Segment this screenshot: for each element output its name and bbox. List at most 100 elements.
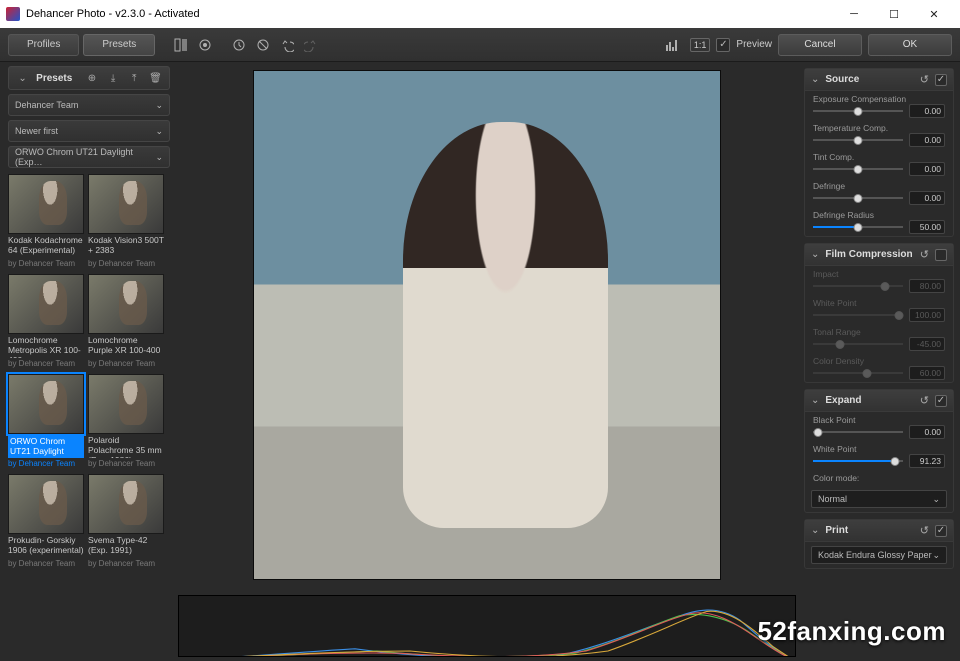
slider-knob[interactable]: [863, 369, 872, 378]
slider-row: Temperature Comp.0.00: [805, 120, 953, 149]
chevron-down-icon: ⌄: [932, 550, 940, 561]
tab-profiles[interactable]: Profiles: [8, 34, 79, 56]
preset-card[interactable]: Prokudin- Gorskiy 1906 (experimental)by …: [8, 474, 84, 570]
preset-card[interactable]: Lomochrome Metropolis XR 100-400by Dehan…: [8, 274, 84, 370]
preset-card[interactable]: ORWO Chrom UT21 Daylight (Exp. 1992)by D…: [8, 374, 84, 470]
sort-dropdown[interactable]: Newer first⌄: [8, 120, 170, 142]
print-paper-dropdown[interactable]: Kodak Endura Glossy Paper⌄: [811, 546, 947, 564]
minimize-button[interactable]: ─: [834, 2, 874, 26]
history-icon[interactable]: [227, 33, 251, 57]
slider-knob[interactable]: [890, 457, 899, 466]
author-dropdown[interactable]: Dehancer Team⌄: [8, 94, 170, 116]
ok-button[interactable]: OK: [868, 34, 952, 56]
slider-value[interactable]: 0.00: [909, 162, 945, 176]
slider-track[interactable]: [813, 339, 903, 349]
preset-thumbnail[interactable]: [88, 274, 164, 334]
slider-label: White Point: [813, 298, 945, 308]
compare-icon[interactable]: [169, 33, 193, 57]
preset-thumbnail[interactable]: [8, 474, 84, 534]
preset-thumbnail[interactable]: [88, 174, 164, 234]
color-mode-dropdown[interactable]: Normal⌄: [811, 490, 947, 508]
maximize-button[interactable]: ☐: [874, 2, 914, 26]
preset-thumbnail[interactable]: [8, 174, 84, 234]
aspect-ratio[interactable]: 1:1: [690, 38, 711, 52]
slider-knob[interactable]: [854, 194, 863, 203]
preset-name: Kodak Kodachrome 64 (Experimental): [8, 236, 84, 258]
slider-knob[interactable]: [854, 107, 863, 116]
slider-value[interactable]: 0.00: [909, 425, 945, 439]
preview-image[interactable]: [253, 70, 721, 580]
cancel-button[interactable]: Cancel: [778, 34, 862, 56]
slider-value[interactable]: 80.00: [909, 279, 945, 293]
slider-track[interactable]: [813, 310, 903, 320]
slider-value[interactable]: 0.00: [909, 133, 945, 147]
slider-knob[interactable]: [881, 282, 890, 291]
slider-value[interactable]: 50.00: [909, 220, 945, 234]
slider-knob[interactable]: [854, 223, 863, 232]
preview-checkbox[interactable]: ✓: [716, 38, 730, 52]
slider-knob[interactable]: [894, 311, 903, 320]
slider-knob[interactable]: [836, 340, 845, 349]
slider-track[interactable]: [813, 456, 903, 466]
slider-track[interactable]: [813, 164, 903, 174]
slider-track[interactable]: [813, 106, 903, 116]
preset-author: by Dehancer Team: [8, 559, 84, 570]
preset-card[interactable]: Kodak Kodachrome 64 (Experimental)by Deh…: [8, 174, 84, 270]
delete-preset-icon[interactable]: 🗑: [148, 69, 163, 87]
preset-card[interactable]: Polaroid Polachrome 35 mm (Exp. 1986)by …: [88, 374, 164, 470]
import-preset-icon[interactable]: ⤓: [105, 69, 120, 87]
preset-name: Lomochrome Purple XR 100-400: [88, 336, 164, 358]
slider-value[interactable]: -45.00: [909, 337, 945, 351]
undo-icon[interactable]: [275, 33, 299, 57]
presets-header: ⌄ Presets ⊕ ⤓ ⤒ 🗑: [8, 66, 170, 90]
filmcomp-enable-checkbox[interactable]: [935, 249, 947, 261]
slider-track[interactable]: [813, 368, 903, 378]
preset-thumbnail[interactable]: [8, 274, 84, 334]
histogram[interactable]: [178, 595, 796, 657]
reset-icon[interactable]: ↺: [920, 73, 929, 86]
slider-knob[interactable]: [854, 165, 863, 174]
preset-card[interactable]: Svema Type-42 (Exp. 1991)by Dehancer Tea…: [88, 474, 164, 570]
source-title: Source: [825, 74, 913, 85]
preset-card[interactable]: Lomochrome Purple XR 100-400by Dehancer …: [88, 274, 164, 370]
preset-grid: Kodak Kodachrome 64 (Experimental) by Deh…: [8, 174, 170, 570]
film-dropdown[interactable]: ORWO Chrom UT21 Daylight (Exp…⌄: [8, 146, 170, 168]
collapse-icon[interactable]: ⌄: [15, 69, 30, 87]
preset-thumbnail[interactable]: [8, 374, 84, 434]
reset-icon[interactable]: ↺: [920, 524, 929, 537]
slider-value[interactable]: 91.23: [909, 454, 945, 468]
reset-icon[interactable]: ↺: [920, 248, 929, 261]
slider-track[interactable]: [813, 193, 903, 203]
histogram-icon[interactable]: [660, 33, 684, 57]
print-enable-checkbox[interactable]: ✓: [935, 525, 947, 537]
source-enable-checkbox[interactable]: ✓: [935, 74, 947, 86]
chevron-down-icon[interactable]: ⌄: [811, 249, 819, 260]
slider-track[interactable]: [813, 135, 903, 145]
disable-icon[interactable]: [251, 33, 275, 57]
slider-track[interactable]: [813, 427, 903, 437]
add-preset-icon[interactable]: ⊕: [84, 69, 99, 87]
preset-card[interactable]: Kodak Vision3 500T + 2383by Dehancer Tea…: [88, 174, 164, 270]
slider-knob[interactable]: [854, 136, 863, 145]
slider-value[interactable]: 60.00: [909, 366, 945, 380]
slider-value[interactable]: 0.00: [909, 191, 945, 205]
slider-value[interactable]: 100.00: [909, 308, 945, 322]
gear-icon[interactable]: [193, 33, 217, 57]
preset-thumbnail[interactable]: [88, 374, 164, 434]
preset-thumbnail[interactable]: [88, 474, 164, 534]
expand-enable-checkbox[interactable]: ✓: [935, 395, 947, 407]
chevron-down-icon[interactable]: ⌄: [811, 525, 819, 536]
redo-icon[interactable]: [299, 33, 323, 57]
slider-row: Tint Comp.0.00: [805, 149, 953, 178]
slider-track[interactable]: [813, 222, 903, 232]
preset-name: Svema Type-42 (Exp. 1991): [88, 536, 164, 558]
export-preset-icon[interactable]: ⤒: [127, 69, 142, 87]
slider-value[interactable]: 0.00: [909, 104, 945, 118]
chevron-down-icon[interactable]: ⌄: [811, 74, 819, 85]
slider-knob[interactable]: [814, 428, 823, 437]
reset-icon[interactable]: ↺: [920, 394, 929, 407]
slider-track[interactable]: [813, 281, 903, 291]
close-button[interactable]: ✕: [914, 2, 954, 26]
tab-presets[interactable]: Presets: [83, 34, 155, 56]
chevron-down-icon[interactable]: ⌄: [811, 395, 819, 406]
